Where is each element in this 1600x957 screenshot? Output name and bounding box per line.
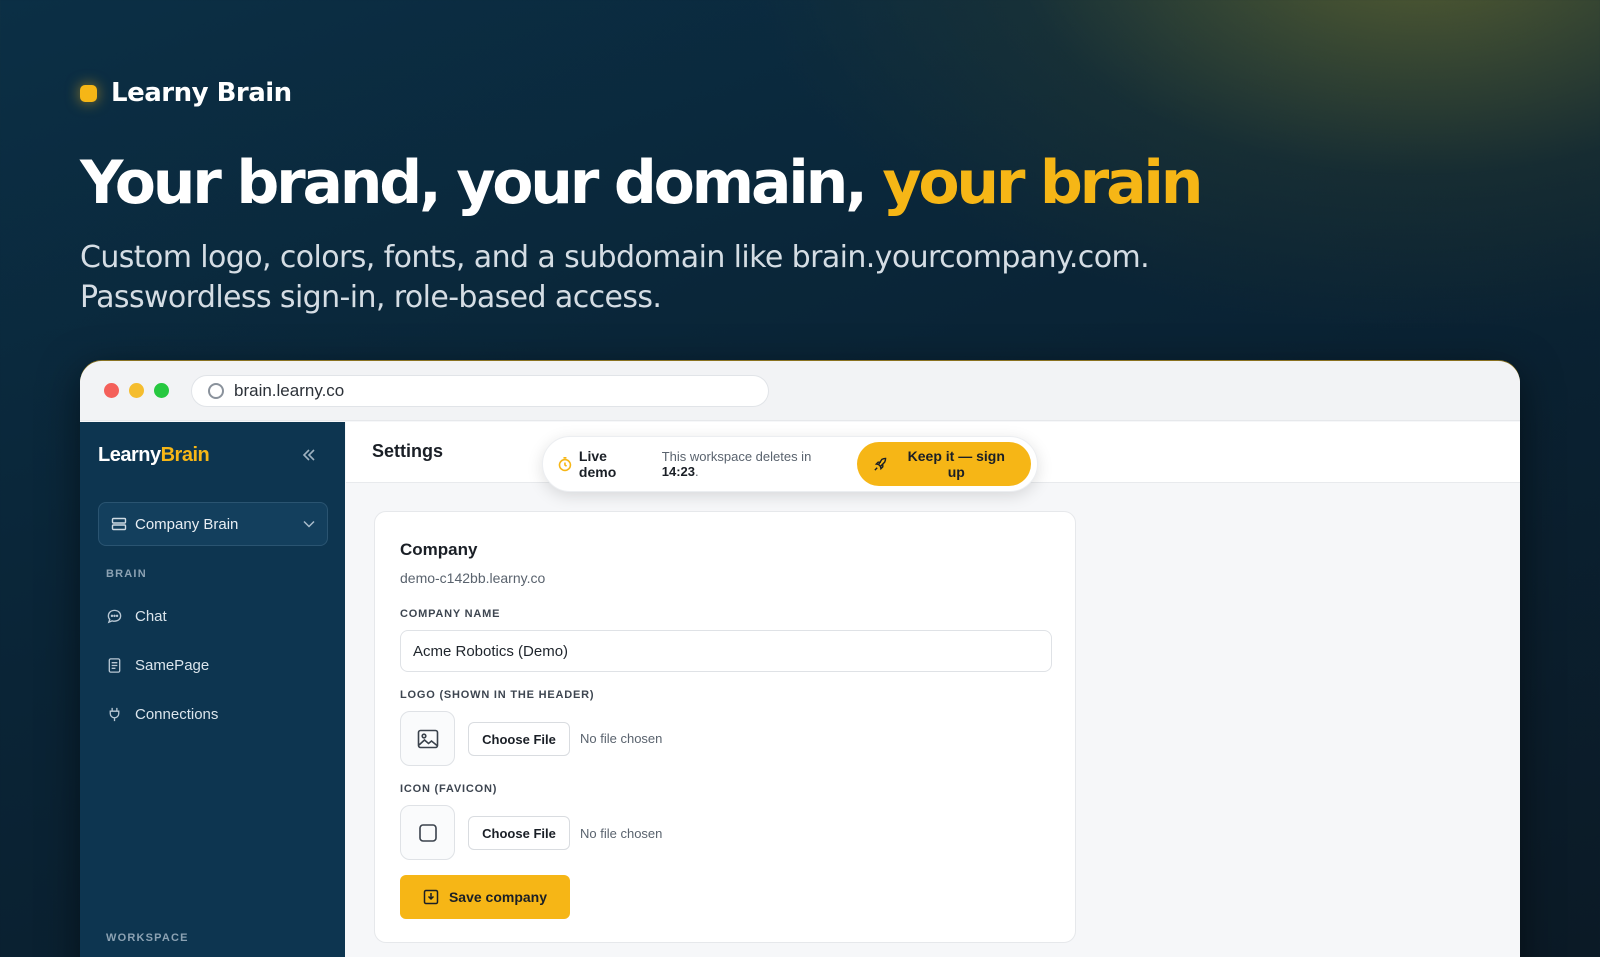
company-settings-card: Company demo-c142bb.learny.co COMPANY NA…	[374, 511, 1076, 943]
browser-window: brain.learny.co LearnyBrain Company Brai…	[80, 361, 1520, 957]
headline-main: Your brand, your domain,	[80, 148, 883, 218]
workspace-select[interactable]: Company Brain	[98, 502, 328, 546]
top-bar: Settings Live demo This workspace delete…	[346, 422, 1520, 492]
sidebar-logo-part1: Learny	[98, 444, 161, 466]
collapse-sidebar-button[interactable]	[302, 446, 316, 467]
keep-it-sign-up-button[interactable]: Keep it — sign up	[856, 442, 1031, 486]
favicon-no-file-text: No file chosen	[580, 826, 663, 841]
address-bar[interactable]: brain.learny.co	[191, 374, 769, 407]
hero-headline: Your brand, your domain, your brain	[80, 148, 1203, 218]
stack-icon	[111, 517, 127, 531]
double-chevron-left-icon	[302, 449, 315, 461]
sidebar-logo-part2: Brain	[160, 444, 210, 466]
logo-no-file-text: No file chosen	[580, 731, 663, 746]
company-name-input[interactable]	[400, 630, 1052, 672]
sidebar-section-workspace: WORKSPACE	[106, 932, 189, 944]
chat-icon	[107, 609, 122, 624]
card-title: Company	[400, 540, 478, 559]
demo-countdown-time: 14:23	[661, 464, 695, 479]
rocket-icon	[874, 457, 886, 471]
logo-label: LOGO (SHOWN IN THE HEADER)	[400, 689, 595, 701]
hero-subline: Custom logo, colors, fonts, and a subdom…	[80, 238, 1150, 318]
favicon-preview	[400, 805, 455, 860]
favicon-choose-file-button[interactable]: Choose File	[468, 816, 570, 850]
minimize-window-button[interactable]	[129, 383, 144, 398]
page-title: Settings	[372, 441, 444, 461]
chevron-down-icon	[303, 520, 315, 528]
sidebar-item-label: SamePage	[135, 657, 210, 674]
live-demo-label: Live demo	[578, 448, 617, 480]
sidebar-item-connections[interactable]: Connections	[106, 706, 218, 723]
maximize-window-button[interactable]	[154, 383, 169, 398]
sidebar-item-chat[interactable]: Chat	[106, 608, 167, 625]
sidebar-logo[interactable]: LearnyBrain	[98, 444, 210, 467]
live-demo-banner: Live demo This workspace deletes in 14:2…	[542, 436, 1038, 492]
demo-note-end: .	[694, 464, 699, 479]
logo-choose-file-button[interactable]: Choose File	[468, 722, 570, 756]
company-subdomain: demo-c142bb.learny.co	[400, 570, 546, 586]
plug-icon	[109, 707, 120, 722]
image-icon	[417, 729, 438, 748]
sidebar-item-samepage[interactable]: SamePage	[106, 657, 209, 674]
company-name-label: COMPANY NAME	[400, 608, 501, 620]
square-placeholder-icon	[418, 823, 437, 842]
logo-preview	[400, 711, 455, 766]
subline-line-2: Passwordless sign-in, role-based access.	[80, 280, 662, 315]
hero-brand: Learny Brain	[80, 78, 292, 108]
site-info-icon	[208, 382, 224, 399]
app-sidebar: LearnyBrain Company Brain BRAIN Chat Sam…	[80, 422, 345, 957]
brand-name: Learny Brain	[111, 78, 292, 108]
headline-accent: your brain	[882, 148, 1203, 218]
demo-countdown-note: This workspace deletes in 14:23.	[662, 449, 851, 479]
sidebar-item-label: Chat	[135, 608, 167, 625]
sidebar-item-label: Connections	[135, 706, 219, 723]
icon-label: ICON (FAVICON)	[400, 783, 498, 795]
save-icon	[423, 889, 439, 905]
subline-line-1: Custom logo, colors, fonts, and a subdom…	[80, 240, 1150, 275]
save-company-button[interactable]: Save company	[400, 875, 570, 919]
demo-note-text: This workspace deletes in	[661, 449, 812, 464]
sidebar-section-brain: BRAIN	[106, 568, 147, 580]
workspace-select-value: Company Brain	[135, 515, 239, 533]
close-window-button[interactable]	[104, 383, 119, 398]
address-url: brain.learny.co	[234, 380, 345, 400]
document-icon	[108, 658, 121, 673]
sign-up-label: Keep it — sign up	[907, 448, 1005, 480]
timer-icon	[558, 457, 572, 472]
main-content: Settings Live demo This workspace delete…	[346, 422, 1520, 957]
brand-logo-mark	[80, 84, 97, 102]
save-company-label: Save company	[448, 889, 548, 905]
browser-titlebar: brain.learny.co	[80, 361, 1520, 421]
